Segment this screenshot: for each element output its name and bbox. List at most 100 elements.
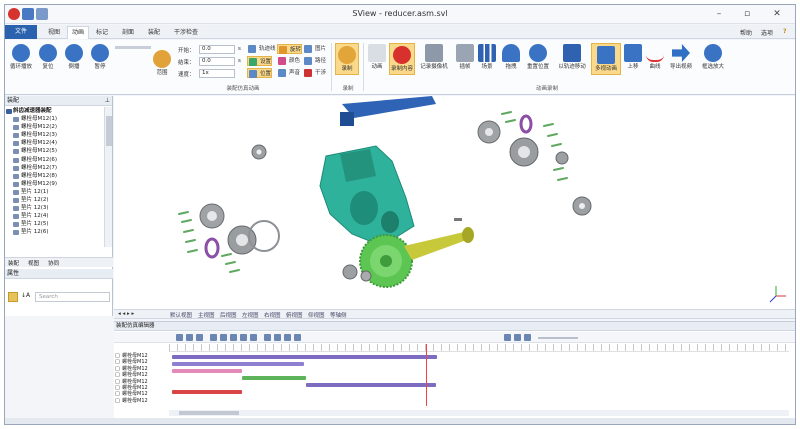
washer-right-2[interactable]: [572, 196, 592, 216]
tree-item[interactable]: 垫片 12(1): [5, 188, 103, 196]
tl-copy-icon[interactable]: [220, 334, 227, 341]
view-tab-top[interactable]: 俯视图: [286, 311, 303, 319]
color-button[interactable]: 颜色: [277, 56, 300, 66]
scope-button[interactable]: 范围: [149, 50, 175, 76]
view-tab-right[interactable]: 右视图: [264, 311, 281, 319]
scene-button[interactable]: 场景: [477, 44, 497, 70]
purple-ring-right[interactable]: [519, 114, 533, 134]
help-icon[interactable]: ?: [783, 28, 786, 35]
multi-view-button[interactable]: 多视动画: [591, 43, 621, 75]
tl-speed-slider[interactable]: [538, 337, 578, 339]
move-up-button[interactable]: 上移: [623, 44, 643, 70]
timeline-hscrollbar[interactable]: [169, 410, 789, 416]
tl-play-icon[interactable]: [176, 334, 183, 341]
timeline-scroll-thumb[interactable]: [179, 411, 239, 415]
curve-button[interactable]: 曲线: [645, 44, 665, 70]
tl-delete-icon[interactable]: [196, 334, 203, 341]
blue-shaft[interactable]: [340, 96, 436, 126]
bearing-left[interactable]: [199, 203, 225, 229]
loop-play-button[interactable]: 循环播放: [9, 44, 33, 70]
timeline-bar[interactable]: [172, 355, 437, 359]
washer-right[interactable]: [555, 151, 569, 165]
sort-icon[interactable]: ↓A: [21, 292, 30, 299]
reset-button[interactable]: 复位: [37, 44, 59, 70]
timeline-bar[interactable]: [242, 376, 306, 380]
timeline-bar[interactable]: [306, 383, 436, 387]
record-content-button[interactable]: 录制内容: [389, 43, 415, 75]
tl-step-icon[interactable]: [514, 334, 521, 341]
view-tab-left[interactable]: 左视图: [242, 311, 259, 319]
3d-viewport[interactable]: [114, 96, 795, 309]
tab-file[interactable]: 文件: [5, 25, 37, 39]
insert-frame-button[interactable]: 插帧: [455, 44, 475, 70]
tree-item[interactable]: 垫片 12(6): [5, 228, 103, 236]
tl-next-icon[interactable]: [524, 334, 531, 341]
tree-item[interactable]: 螺栓母M12(8): [5, 172, 103, 180]
tree-item[interactable]: 螺栓母M12(7): [5, 164, 103, 172]
tree-scrollbar[interactable]: [104, 107, 112, 247]
timeline-cursor[interactable]: [426, 344, 427, 406]
tree-scroll-thumb[interactable]: [106, 116, 112, 146]
path-button[interactable]: 路径: [303, 56, 326, 66]
tl-fit-icon[interactable]: [264, 334, 271, 341]
anim-button[interactable]: 动画: [367, 44, 387, 70]
tl-paste-icon[interactable]: [230, 334, 237, 341]
close-button[interactable]: ✕: [770, 8, 784, 20]
options-menu[interactable]: 选项: [761, 28, 773, 37]
bearing-right[interactable]: [477, 120, 501, 144]
tree-item[interactable]: 螺栓母M12(2): [5, 123, 103, 131]
position-button[interactable]: 位置: [247, 68, 273, 78]
categorize-icon[interactable]: [8, 292, 18, 302]
view-nav-arrows[interactable]: ◂ ◂ ▸ ▸: [118, 311, 134, 317]
record-camera-button[interactable]: 记录摄像机: [417, 44, 451, 70]
pause-button[interactable]: 暂停: [89, 44, 111, 70]
tree-item[interactable]: 螺栓母M12(9): [5, 180, 103, 188]
help-menu[interactable]: 帮助: [740, 28, 752, 37]
tab-markup[interactable]: 标记: [91, 27, 113, 38]
tab-section[interactable]: 剖面: [117, 27, 139, 38]
tab-interference[interactable]: 干涉检查: [169, 27, 203, 38]
yellow-shaft[interactable]: [404, 227, 474, 260]
tab-view[interactable]: 视图: [43, 27, 65, 38]
purple-ring-left[interactable]: [204, 237, 220, 259]
bearing-right-2[interactable]: [509, 137, 539, 167]
small-washer[interactable]: [251, 144, 267, 160]
tree-root[interactable]: 斜齿减速器装配: [5, 107, 103, 115]
tab-assembly-panel[interactable]: 装配: [8, 259, 19, 267]
rotate-button[interactable]: 旋转: [277, 44, 303, 54]
drag-button[interactable]: 拖拽: [501, 44, 521, 70]
tl-cut-icon[interactable]: [210, 334, 217, 341]
view-tab-front[interactable]: 主视图: [198, 311, 215, 319]
tree-item[interactable]: 垫片 12(4): [5, 212, 103, 220]
view-tab-default[interactable]: 默认视图: [170, 311, 192, 319]
timeline-row[interactable]: 螺栓母M12: [114, 398, 169, 405]
end-input[interactable]: 0.0: [199, 57, 235, 66]
pin-icon[interactable]: ⊥: [105, 96, 110, 106]
tab-collab-panel[interactable]: 协同: [48, 259, 59, 267]
tree-item[interactable]: 垫片 12(5): [5, 220, 103, 228]
tab-view-panel[interactable]: 视图: [28, 259, 39, 267]
tl-zoom-out-icon[interactable]: [284, 334, 291, 341]
record-button[interactable]: 录制: [335, 43, 359, 75]
start-input[interactable]: 0.0: [199, 45, 235, 54]
tree-item[interactable]: 螺栓母M12(3): [5, 131, 103, 139]
view-tab-bottom[interactable]: 仰视图: [308, 311, 325, 319]
tree-item[interactable]: 螺栓母M12(6): [5, 156, 103, 164]
tree-item[interactable]: 垫片 12(2): [5, 196, 103, 204]
interference-button[interactable]: 干涉: [303, 68, 326, 78]
speed-select[interactable]: 1x: [199, 69, 235, 78]
view-tab-iso[interactable]: 等轴侧: [330, 311, 347, 319]
rewind-button[interactable]: 倒播: [63, 44, 85, 70]
tree-item[interactable]: 螺栓母M12(1): [5, 115, 103, 123]
tab-animation[interactable]: 动画: [67, 26, 89, 39]
trajectory-button[interactable]: 轨迹线: [247, 44, 276, 54]
sound-button[interactable]: 声音: [277, 68, 300, 78]
timeline-bar[interactable]: [172, 362, 304, 366]
tl-undo-icon[interactable]: [240, 334, 247, 341]
reset-position-button[interactable]: 重置位置: [523, 44, 553, 70]
settings-button[interactable]: 设置: [247, 56, 273, 66]
tab-assembly[interactable]: 装配: [143, 27, 165, 38]
timeline-bar[interactable]: [172, 369, 242, 373]
move-by-path-button[interactable]: 以轨迹移动: [555, 44, 589, 70]
tree-item[interactable]: 螺栓母M12(4): [5, 139, 103, 147]
